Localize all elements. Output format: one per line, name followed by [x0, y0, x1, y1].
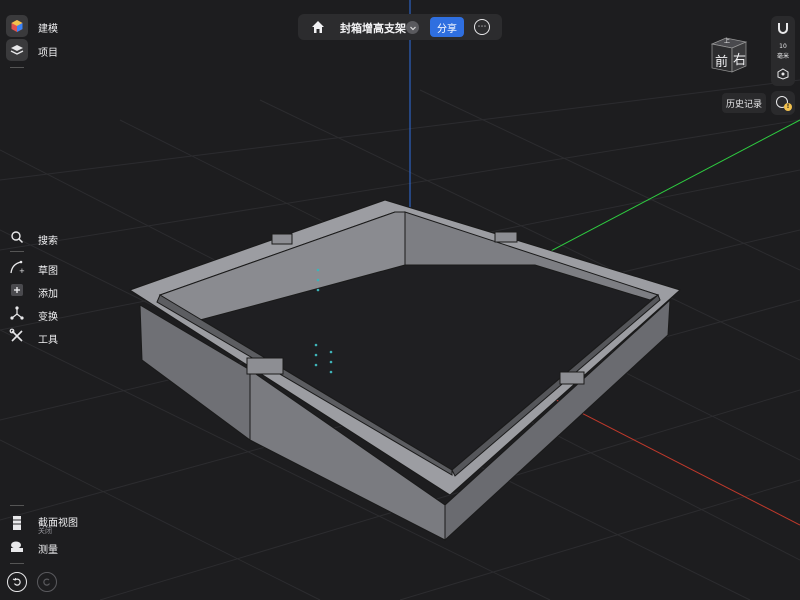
tools-label: 工具 — [38, 335, 58, 346]
transform-icon[interactable] — [6, 302, 28, 324]
home-icon[interactable] — [308, 17, 328, 37]
search-icon[interactable] — [6, 226, 28, 248]
redo-icon[interactable] — [37, 572, 57, 592]
view-cube-top[interactable]: 上 — [724, 36, 730, 45]
measure-icon[interactable] — [6, 536, 28, 558]
add-label: 添加 — [38, 289, 58, 300]
view-cube-front[interactable]: 前 — [715, 51, 728, 70]
document-header: 封箱增高支架 分享 ⋯ — [298, 14, 502, 40]
section-view-status: 关闭 — [38, 527, 52, 535]
magnet-icon[interactable] — [775, 20, 791, 36]
section-view-icon[interactable] — [6, 512, 28, 534]
layers-icon[interactable] — [6, 39, 28, 61]
history-tooltip: 历史记录 — [722, 93, 766, 113]
model-frame — [128, 199, 681, 542]
tools-icon[interactable] — [6, 325, 28, 347]
3d-viewport[interactable] — [0, 0, 800, 600]
model-icon[interactable] — [6, 15, 28, 37]
view-cube-right[interactable]: 右 — [733, 49, 746, 68]
svg-text:+: + — [19, 267, 25, 275]
view-cube[interactable]: 上 前 右 — [708, 34, 750, 76]
divider — [10, 251, 24, 252]
transform-label: 变换 — [38, 312, 58, 323]
units-label[interactable]: 毫米 — [773, 51, 793, 60]
search-label: 搜索 — [38, 236, 58, 247]
view-reset-icon[interactable] — [775, 66, 791, 82]
project-label: 项目 — [38, 48, 58, 59]
measure-label: 测量 — [38, 545, 58, 556]
add-icon[interactable] — [6, 279, 28, 301]
divider — [10, 67, 24, 68]
document-title: 封箱增高支架 — [340, 22, 406, 35]
undo-icon[interactable] — [7, 572, 27, 592]
units-value: 10 — [779, 43, 787, 50]
share-button[interactable]: 分享 — [430, 17, 464, 37]
sketch-icon[interactable]: + — [6, 256, 28, 278]
history-warning-badge: ! — [784, 103, 792, 111]
history-button[interactable]: ! — [771, 91, 795, 115]
build-label: 建模 — [38, 24, 58, 35]
chevron-down-icon[interactable] — [406, 21, 419, 34]
more-icon[interactable]: ⋯ — [474, 19, 490, 35]
divider — [10, 505, 24, 506]
sketch-label: 草图 — [38, 266, 58, 277]
divider — [10, 563, 24, 564]
